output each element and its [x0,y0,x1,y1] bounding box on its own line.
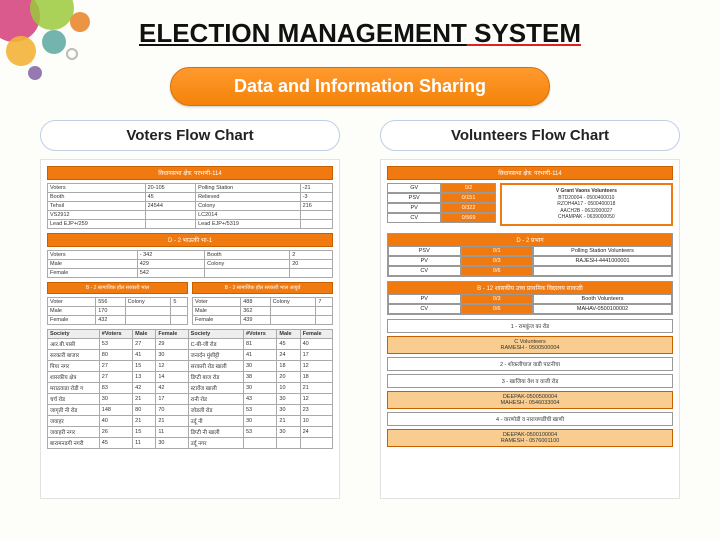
dual-left-table: Voter556Colony5Male170Female432 [47,297,188,325]
voters-column: Voters Flow Chart विधानसभा क्षेत्र: परभण… [40,120,340,499]
block-detail: DEEPAK-0500500004MAHESH - 0546033004 [387,391,673,409]
block-title: 4 - वारणोडी व नारायणडींची खाणी [387,412,673,426]
voters-big-table: Society#VotersMaleFemaleSociety#VotersMa… [47,329,333,449]
voters-summary-table: Voters20-105Polling Station-21Booth45Rel… [47,183,333,229]
title-part2: SYSTEM [467,18,581,48]
volunteers-topbar: विधानसभा क्षेत्र: परभणी-114 [387,166,673,180]
voters-panel: विधानसभा क्षेत्र: परभणी-114 Voters20-105… [40,159,340,499]
page-title: ELECTION MANAGEMENT SYSTEM [0,0,720,49]
dual-right-table: Voter488Colony7Male362Female439 [192,297,333,325]
volunteers-sec1: D - 2 प्रभाग PSV0/1Polling Station Volun… [387,233,673,277]
voters-mid-table: Voters- 342Booth2Male429Colony20Female54… [47,250,333,278]
voters-header: Voters Flow Chart [40,120,340,151]
block-title: 3 - खाजिया वेश व वाजी रोड [387,374,673,388]
block-title: 1 - रामकुंज का रोड [387,319,673,333]
volunteers-sec2: B - 12 शासकीय उच्च प्राथमिक विद्यालय साक… [387,281,673,315]
block-detail: C VolunteersRAMESH - 0500500004 [387,336,673,354]
block-detail: DEEPAK-0500100004RAMESH - 0576001100 [387,429,673,447]
title-part1: ELECTION MANAGEMENT [139,18,467,48]
volunteers-panel: विधानसभा क्षेत्र: परभणी-114 GV0/2PSV0/15… [380,159,680,499]
dual-left-title: B - 2 सामाजिक हॉल सरकारी भाल [47,282,188,294]
voters-mid-title: D - 2 भाऊकी भा-1 [47,233,333,247]
volunteers-column: Volunteers Flow Chart विधानसभा क्षेत्र: … [380,120,680,499]
block-title: 2 - शोकलीचाज वाडी पाटनीचा [387,357,673,371]
voters-topbar: विधानसभा क्षेत्र: परभणी-114 [47,166,333,180]
volunteers-header: Volunteers Flow Chart [380,120,680,151]
grant-volunteers-box: V Grant Vaons Volunteers BTD20004 - 0500… [500,183,673,226]
dual-right-title: B - 3 सामाजिक हॉल सरकारी भाल आयुर्व [192,282,333,294]
subtitle-pill: Data and Information Sharing [170,67,550,106]
